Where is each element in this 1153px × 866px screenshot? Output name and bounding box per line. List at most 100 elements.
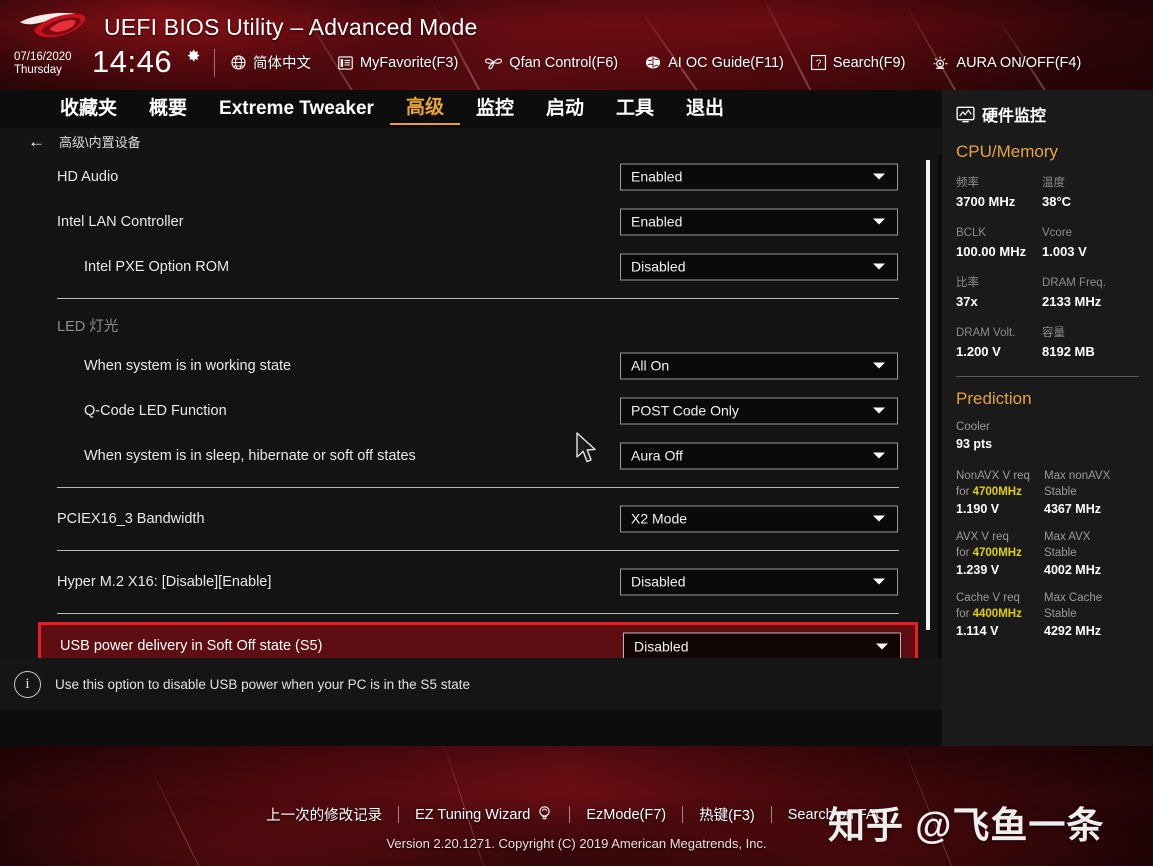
chevron-down-icon[interactable] xyxy=(873,407,885,414)
section-divider xyxy=(0,478,942,496)
monitor-key: DRAM Volt. xyxy=(956,327,1016,339)
footer-link-1[interactable]: EZ Tuning Wizard xyxy=(399,804,569,825)
chevron-down-icon[interactable] xyxy=(873,452,885,459)
monitor-key: BCLK xyxy=(956,227,987,239)
monitor-value: 3700 MHz xyxy=(956,194,1016,209)
dropdown-value: X2 Mode xyxy=(631,510,688,527)
setting-dropdown[interactable]: All On xyxy=(620,352,898,379)
setting-dropdown[interactable]: Disabled xyxy=(620,253,898,280)
gear-icon[interactable] xyxy=(186,48,201,63)
globe-icon xyxy=(230,54,247,71)
footer-link-0[interactable]: 上一次的修改记录 xyxy=(250,804,398,825)
setting-dropdown[interactable]: Disabled xyxy=(623,632,901,660)
footer-bar: 上一次的修改记录 EZ Tuning Wizard EzMode(F7) 热键(F3)… xyxy=(0,746,1153,866)
nav-tab-6[interactable]: 工具 xyxy=(600,94,670,124)
fan-icon xyxy=(484,54,503,71)
myfavorite-label: MyFavorite(F3) xyxy=(360,54,459,71)
prediction-spacer xyxy=(956,580,1153,590)
chevron-down-icon[interactable] xyxy=(876,643,888,649)
cpu-memory-title: CPU/Memory xyxy=(956,142,1059,161)
chevron-down-icon[interactable] xyxy=(873,173,885,180)
footer-link-2[interactable]: EzMode(F7) xyxy=(570,807,682,823)
nav-tab-7[interactable]: 退出 xyxy=(670,94,740,124)
clock-text: 14:46 xyxy=(92,44,173,79)
ai-oc-guide-label: AI OC Guide(F11) xyxy=(668,54,784,71)
divider-line xyxy=(57,297,899,299)
divider-line xyxy=(57,612,899,614)
cooler-label: Cooler xyxy=(956,421,990,433)
setting-dropdown[interactable]: Aura Off xyxy=(620,442,898,469)
dropdown-value: All On xyxy=(631,357,670,374)
page-title: UEFI BIOS Utility – Advanced Mode xyxy=(104,14,478,40)
qfan-control-button[interactable]: Qfan Control(F6) xyxy=(484,54,618,71)
myfavorite-button[interactable]: MyFavorite(F3) xyxy=(337,55,458,71)
prediction-value: 1.114 V xyxy=(956,624,999,638)
info-icon: i xyxy=(14,670,41,698)
footer-link-4[interactable]: Search on FAQ xyxy=(772,807,903,823)
footer-link-label: EzMode(F7) xyxy=(586,806,667,823)
prediction-key: Max nonAVX Stable xyxy=(1044,470,1111,498)
search-button[interactable]: ? Search(F9) xyxy=(810,54,905,71)
chevron-down-icon[interactable] xyxy=(873,218,885,225)
chevron-down-icon[interactable] xyxy=(873,263,885,270)
monitor-spacer xyxy=(956,312,1153,324)
setting-row[interactable]: Q-Code LED Function POST Code Only xyxy=(0,388,942,433)
setting-dropdown[interactable]: Disabled xyxy=(620,568,898,595)
weekday-text: Thursday xyxy=(14,64,62,76)
language-label: 简体中文 xyxy=(253,56,311,72)
setting-dropdown[interactable]: Enabled xyxy=(620,208,898,235)
monitor-icon xyxy=(956,106,975,122)
monitor-key: 频率 xyxy=(956,177,979,189)
cpu-memory-values: 频率 温度 3700 MHz 38°C BCLK Vcore 100.00 MHz 1.003… xyxy=(956,174,1153,362)
dropdown-value: Disabled xyxy=(634,638,689,654)
footer-link-label: EZ Tuning Wizard xyxy=(415,806,531,823)
dropdown-value: Enabled xyxy=(631,168,683,185)
setting-dropdown[interactable]: X2 Mode xyxy=(620,505,898,532)
setting-row[interactable]: Intel PXE Option ROM Disabled xyxy=(0,244,942,289)
setting-row[interactable]: Intel LAN Controller Enabled xyxy=(0,199,942,244)
aura-toggle-button[interactable]: AURA ON/OFF(F4) xyxy=(931,54,1081,71)
setting-row[interactable]: PCIEX16_3 Bandwidth X2 Mode xyxy=(0,496,942,541)
section-divider xyxy=(0,289,942,307)
nav-tab-3[interactable]: 高级 xyxy=(389,93,460,125)
footer-link-3[interactable]: 热键(F3) xyxy=(683,804,771,825)
group-title: LED 灯光 xyxy=(57,318,119,335)
footer-link-label: 上一次的修改记录 xyxy=(266,808,383,824)
nav-tab-0[interactable]: 收藏夹 xyxy=(44,94,133,124)
prediction-value: 4367 MHz xyxy=(1044,502,1101,516)
setting-row[interactable]: Hyper M.2 X16: [Disable][Enable] Disabled xyxy=(0,559,942,604)
nav-tab-2[interactable]: Extreme Tweaker xyxy=(203,94,390,124)
prediction-spacer xyxy=(956,519,1153,529)
setting-row[interactable]: When system is in sleep, hibernate or so… xyxy=(0,433,942,478)
monitor-key: Vcore xyxy=(1042,227,1073,239)
divider-line xyxy=(57,486,899,488)
bios-screen: UEFI BIOS Utility – Advanced Mode 07/16/… xyxy=(0,0,1153,866)
prediction-key: Max Cache Stable xyxy=(1044,592,1103,620)
setting-dropdown[interactable]: Enabled xyxy=(620,163,898,190)
nav-tab-1[interactable]: 概要 xyxy=(133,94,203,124)
setting-dropdown[interactable]: POST Code Only xyxy=(620,397,898,424)
nav-tab-5[interactable]: 启动 xyxy=(530,94,600,124)
monitor-key: DRAM Freq. xyxy=(1042,277,1106,289)
hardware-monitor-header: 硬件监控 xyxy=(942,90,1153,126)
help-bar: i Use this option to disable USB power w… xyxy=(0,658,942,710)
chevron-down-icon[interactable] xyxy=(873,515,885,522)
sidebar-divider xyxy=(956,376,1139,377)
aura-label: AURA ON/OFF(F4) xyxy=(956,54,1082,71)
monitor-spacer xyxy=(956,212,1153,224)
chevron-down-icon[interactable] xyxy=(873,362,885,369)
header-bar: UEFI BIOS Utility – Advanced Mode 07/16/… xyxy=(0,0,1153,90)
setting-row[interactable]: When system is in working state All On xyxy=(0,343,942,388)
setting-label: Hyper M.2 X16: [Disable][Enable] xyxy=(57,573,272,590)
setting-row[interactable]: HD Audio Enabled xyxy=(0,154,942,199)
monitor-key: 比率 xyxy=(956,277,979,289)
chevron-down-icon[interactable] xyxy=(873,578,885,585)
language-button[interactable]: 简体中文 xyxy=(230,52,311,73)
back-arrow-icon[interactable]: ← xyxy=(28,133,45,150)
setting-label: HD Audio xyxy=(57,168,119,185)
nav-tab-4[interactable]: 监控 xyxy=(460,94,530,124)
section-divider xyxy=(0,604,942,622)
prediction-value: 4292 MHz xyxy=(1044,624,1101,638)
ai-oc-guide-button[interactable]: AI OC Guide(F11) xyxy=(644,54,784,71)
scrollbar[interactable] xyxy=(926,160,930,630)
